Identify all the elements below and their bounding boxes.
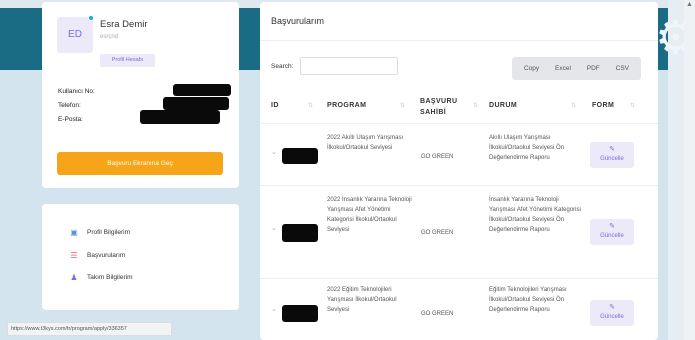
edit-icon: ✎ xyxy=(609,304,615,311)
sidebar-item-team[interactable]: ♟ Takım Bilgilerim xyxy=(68,271,133,283)
sort-icon[interactable]: ⇅ xyxy=(630,102,635,109)
sidebar-item-label: Başvurularım xyxy=(87,251,126,259)
avatar: ED xyxy=(57,17,93,53)
scroll-up-arrow-icon[interactable]: ▲ xyxy=(685,0,694,9)
search-input[interactable] xyxy=(300,57,398,75)
search-label: Search: xyxy=(271,63,294,70)
column-header-program[interactable]: PROGRAM xyxy=(327,102,366,109)
status-cell: İnsanlık Yararına Teknoloji Yarışması Af… xyxy=(489,197,581,233)
sort-icon[interactable]: ⇅ xyxy=(400,102,405,109)
redacted-id xyxy=(282,224,318,242)
update-form-button[interactable]: ✎ Güncelle xyxy=(590,142,634,168)
list-icon: ☰ xyxy=(70,250,78,260)
update-form-label: Güncelle xyxy=(600,314,624,320)
program-cell: 2022 Eğitim Teknolojileri Yarışması İlko… xyxy=(327,287,397,313)
redacted-id xyxy=(282,305,318,322)
chevron-down-icon[interactable]: ⌄ xyxy=(271,305,277,313)
sidebar-nav-card: ▣ Profil Bilgilerim ☰ Başvurularım ♟ Tak… xyxy=(42,204,239,310)
profile-account-button[interactable]: Profil Hesabı xyxy=(100,54,155,67)
status-bar-url: https://www.t3kys.com/tr/program/apply/3… xyxy=(7,322,172,336)
user-name: Esra Demir xyxy=(100,19,148,30)
phone-label: Telefon: xyxy=(58,102,81,109)
edit-icon: ✎ xyxy=(609,146,615,153)
program-cell: 2022 Akıllı Ulaşım Yarışması İlkokul/Ort… xyxy=(327,135,404,151)
csv-button[interactable]: CSV xyxy=(616,65,629,72)
sidebar-item-label: Profil Bilgilerim xyxy=(87,228,130,236)
column-header-status[interactable]: DURUM xyxy=(489,102,517,109)
chevron-down-icon[interactable]: ⌄ xyxy=(271,224,277,232)
chevron-down-icon[interactable]: ⌄ xyxy=(271,148,277,156)
column-header-form[interactable]: FORM xyxy=(592,102,614,109)
user-handle: esrcnd xyxy=(100,34,119,40)
pdf-button[interactable]: PDF xyxy=(587,65,600,72)
status-cell: Eğitim Teknolojileri Yarışması İlkokul/O… xyxy=(489,287,567,313)
profile-doc-icon: ▣ xyxy=(70,227,78,237)
team-icon: ♟ xyxy=(70,272,78,282)
column-header-id[interactable]: ID xyxy=(271,102,279,109)
sort-icon[interactable]: ⇅ xyxy=(308,102,313,109)
sidebar-item-applications[interactable]: ☰ Başvurularım xyxy=(68,249,125,261)
sort-icon[interactable]: ⇅ xyxy=(473,102,478,109)
program-cell: 2022 İnsanlık Yararına Teknoloji Yarışma… xyxy=(327,197,412,233)
go-to-application-button[interactable]: Başvuru Ekranına Geç xyxy=(57,152,223,175)
sidebar-item-profile[interactable]: ▣ Profil Bilgilerim xyxy=(68,226,130,238)
redacted-phone xyxy=(163,97,229,110)
column-header-applicant[interactable]: BAŞVURU SAHİBİ xyxy=(420,96,468,118)
page-title: Başvurularım xyxy=(271,16,325,26)
applicant-cell: GO GREEN xyxy=(421,154,454,160)
status-cell: Akıllı Ulaşım Yarışması İlkokul/Ortaokul… xyxy=(489,135,565,161)
applicant-cell: GO GREEN xyxy=(421,230,454,236)
redacted-user-number xyxy=(173,84,231,96)
profile-card: ED Esra Demir esrcnd Profil Hesabı Kulla… xyxy=(42,2,239,188)
divider xyxy=(260,40,658,41)
divider xyxy=(260,185,658,186)
update-form-label: Güncelle xyxy=(600,156,624,162)
user-number-label: Kullanıcı No: xyxy=(58,88,95,95)
update-form-button[interactable]: ✎ Güncelle xyxy=(590,300,634,326)
sidebar-item-label: Takım Bilgilerim xyxy=(87,273,133,281)
excel-button[interactable]: Excel xyxy=(555,65,571,72)
applications-card: Başvurularım Search: Copy Excel PDF CSV … xyxy=(260,2,658,340)
redacted-email xyxy=(140,110,220,124)
email-label: E-Posta: xyxy=(58,116,83,123)
edit-icon: ✎ xyxy=(609,223,615,230)
update-form-button[interactable]: ✎ Güncelle xyxy=(590,219,634,245)
divider xyxy=(260,278,658,279)
redacted-id xyxy=(282,148,318,164)
divider xyxy=(260,123,658,124)
online-status-dot xyxy=(88,15,94,21)
applicant-cell: GO GREEN xyxy=(421,311,454,317)
sort-icon[interactable]: ⇅ xyxy=(571,102,576,109)
copy-button[interactable]: Copy xyxy=(524,65,539,72)
export-button-group: Copy Excel PDF CSV xyxy=(512,57,641,80)
scrollbar[interactable] xyxy=(684,0,695,340)
update-form-label: Güncelle xyxy=(600,233,624,239)
